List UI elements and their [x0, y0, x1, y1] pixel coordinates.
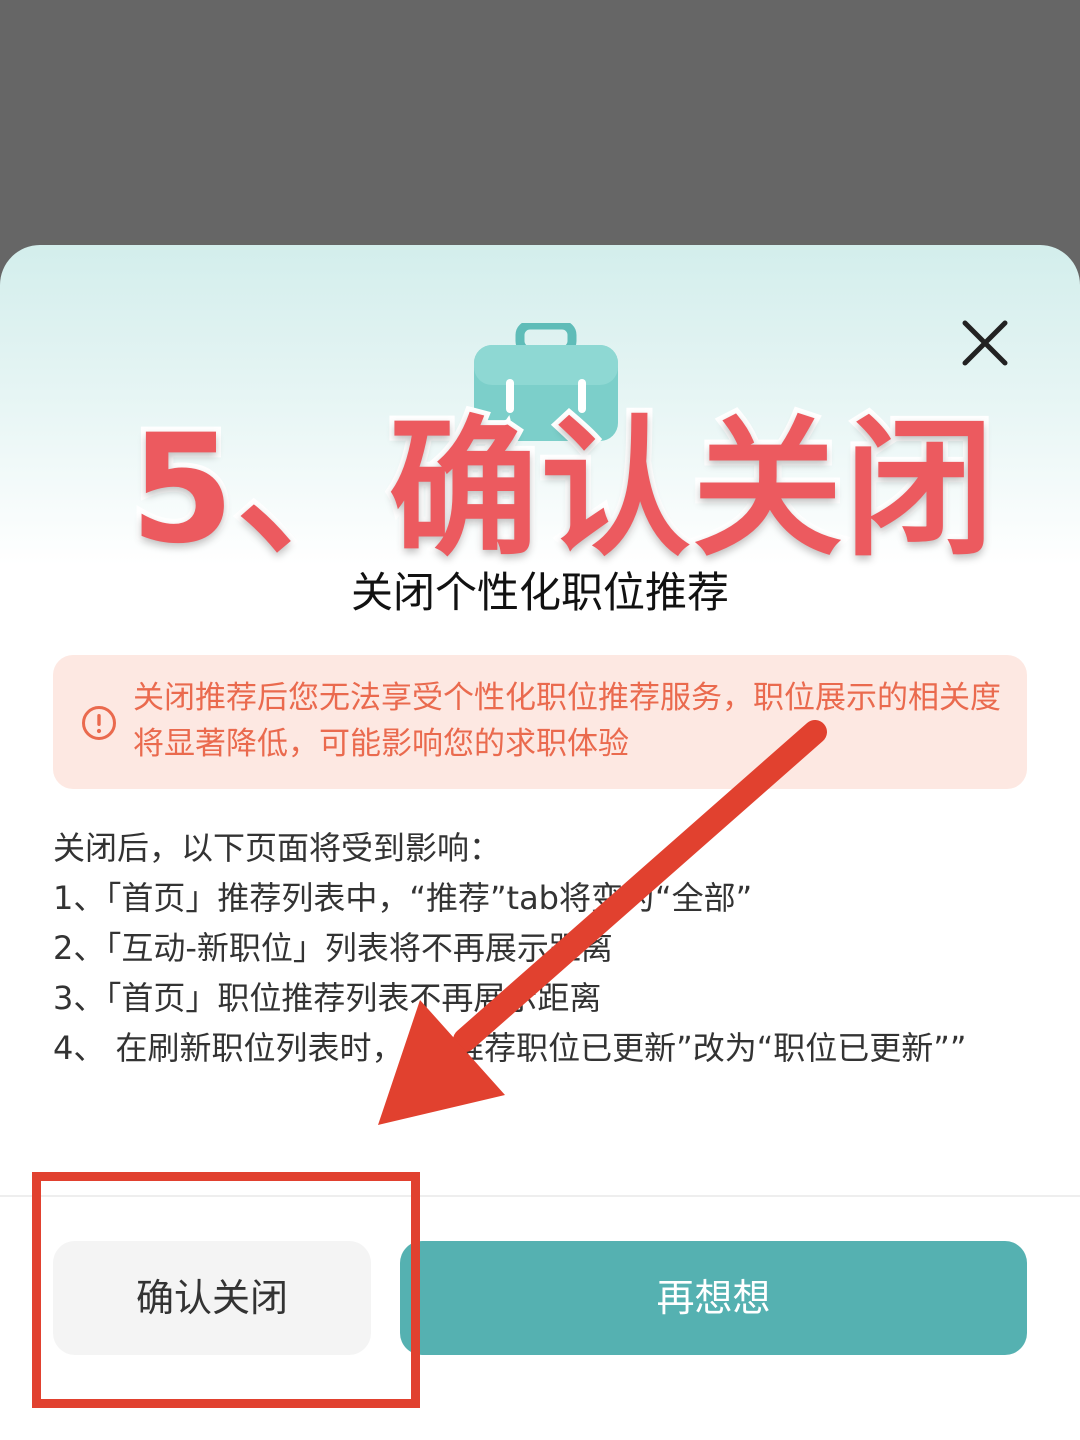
close-button[interactable]: [955, 313, 1015, 373]
warning-banner: 关闭推荐后您无法享受个性化职位推荐服务，职位展示的相关度将显著降低，可能影响您的…: [53, 655, 1027, 789]
impact-item: 4、 在刷新职位列表时，由“推荐职位已更新”改为“职位已更新””: [53, 1029, 967, 1067]
warning-circle-icon: [82, 706, 116, 740]
rethink-button[interactable]: 再想想: [400, 1241, 1027, 1355]
warning-text: 关闭推荐后您无法享受个性化职位推荐服务，职位展示的相关度将显著降低，可能影响您的…: [133, 680, 1001, 762]
impact-item: 3、「首页」职位推荐列表不再展示距离: [53, 979, 602, 1017]
impact-section: 关闭后，以下页面将受到影响： 1、「首页」推荐列表中，“推荐”tab将变为“全部…: [53, 823, 1028, 1073]
impact-heading: 关闭后，以下页面将受到影响：: [53, 829, 502, 867]
tutorial-step-headline: 5、确认关闭: [125, 400, 999, 580]
screen: 关闭个性化职位推荐 关闭推荐后您无法享受个性化职位推荐服务，职位展示的相关度将显…: [0, 0, 1080, 1440]
annotation-highlight-box: [32, 1172, 420, 1408]
impact-item: 1、「首页」推荐列表中，“推荐”tab将变为“全部”: [53, 879, 753, 917]
close-icon: [962, 320, 1008, 366]
impact-item: 2、「互动-新职位」列表将不再展示距离: [53, 929, 613, 967]
